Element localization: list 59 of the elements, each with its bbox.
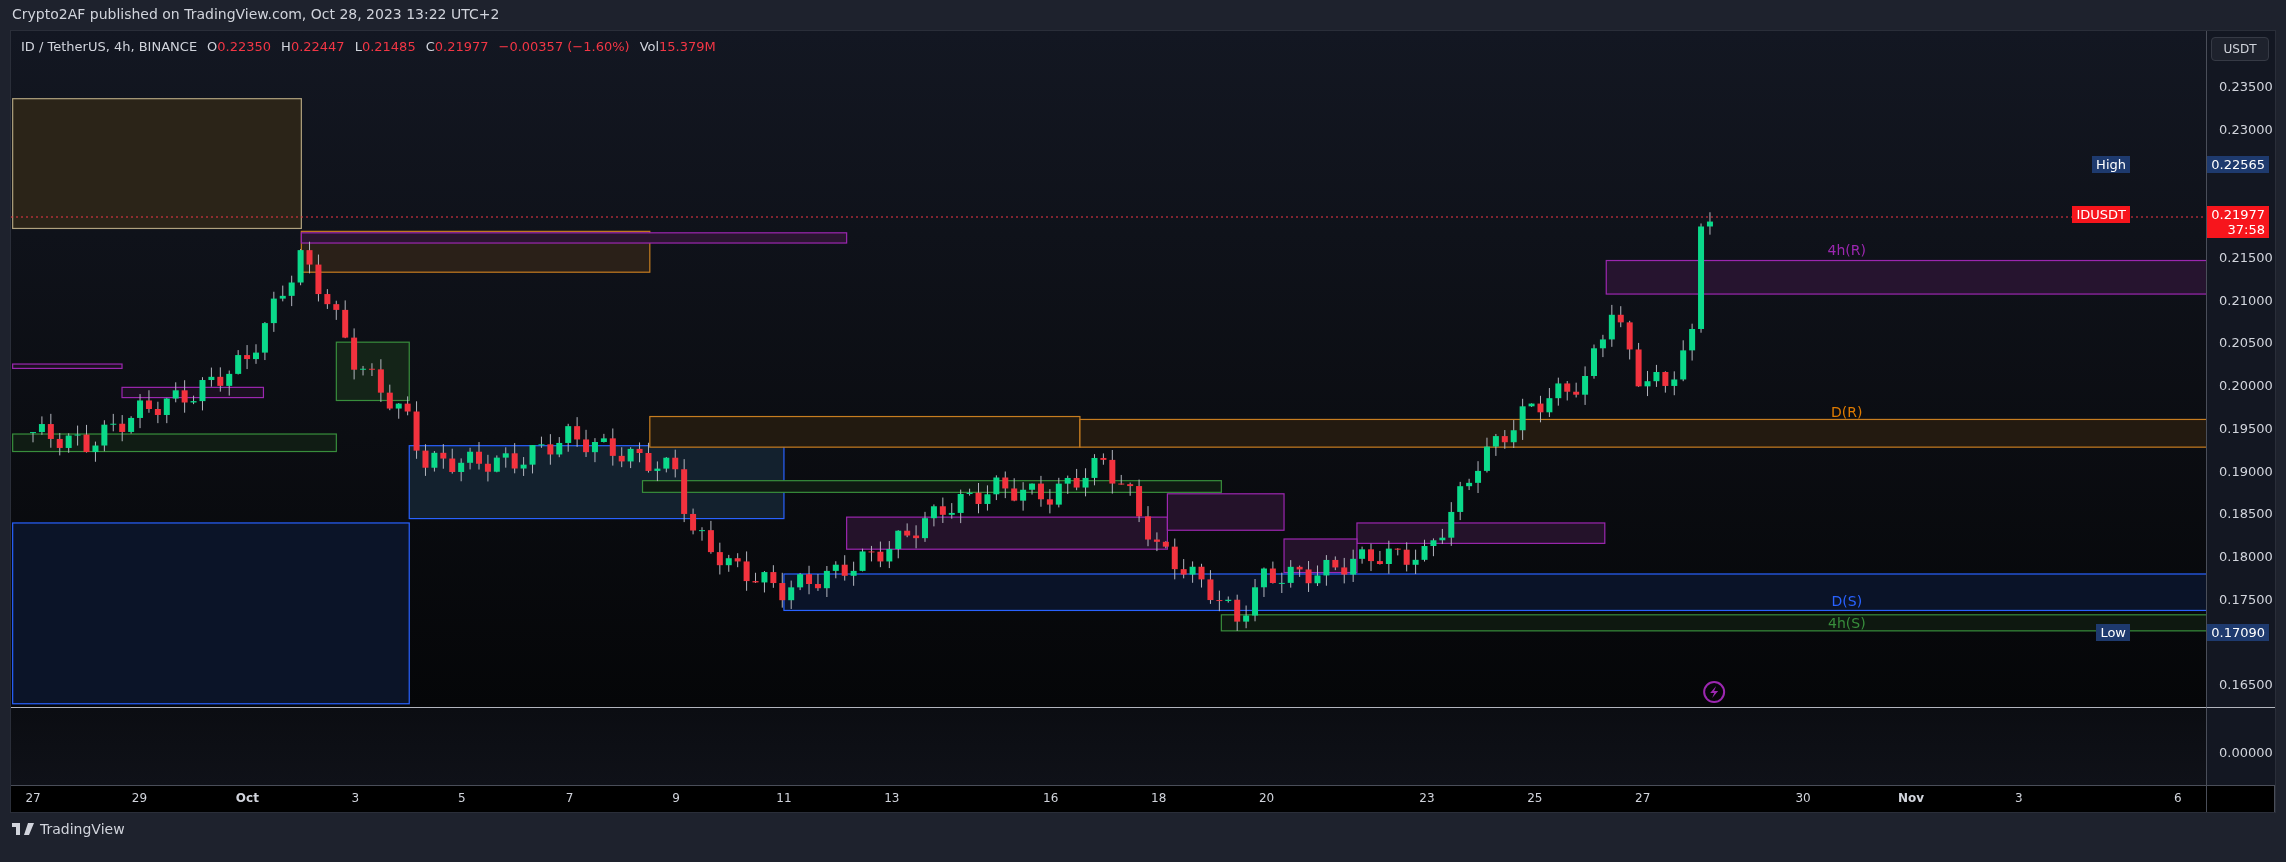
price-tick: 0.19500	[2219, 420, 2273, 436]
zone-label: D(R)	[1831, 403, 1863, 420]
date-label: 27	[25, 791, 41, 805]
price-tick: 0.17500	[2219, 591, 2273, 607]
price-tick: 0.23000	[2219, 121, 2273, 137]
ohlc-value: 0.21485	[361, 39, 416, 54]
date-label: 13	[884, 791, 900, 805]
zone-label: D(S)	[1831, 593, 1863, 610]
date-label: Nov	[1897, 791, 1924, 805]
date-label: 30	[1795, 791, 1811, 805]
date-label: 18	[1151, 791, 1167, 805]
logo-icon	[12, 823, 34, 835]
date-label: 5	[457, 791, 466, 805]
volume-key: Vol	[639, 39, 660, 54]
attribution-text: Crypto2AF published on TradingView.com, Oct 28, 2023 13:22 UTC+2	[11, 5, 501, 24]
price-tick: 0.23500	[2219, 78, 2273, 94]
date-label: 29	[131, 791, 148, 805]
date-label: 16	[1043, 791, 1059, 805]
currency-button[interactable]: USDT	[2211, 37, 2269, 61]
date-label: Oct	[235, 791, 259, 805]
price-badge-label: Low	[2096, 624, 2130, 641]
date-label: 23	[1419, 791, 1435, 805]
price-tick: 0.00000	[2219, 744, 2273, 760]
date-label: 25	[1527, 791, 1543, 805]
zone-label: 4h(S)	[1828, 614, 1866, 631]
ohlc-value: 0.22350	[217, 39, 272, 54]
price-tick: 0.16500	[2219, 676, 2273, 692]
ohlc-key: H	[281, 39, 291, 54]
price-badge: 0.21977 37:58	[2207, 206, 2269, 238]
date-label: 9	[672, 791, 680, 805]
ohlc-key: O	[207, 39, 218, 54]
price-tick: 0.20500	[2219, 334, 2273, 350]
symbol-title: ID / TetherUS, 4h, BINANCE	[21, 39, 198, 54]
ohlc-key: C	[425, 39, 435, 54]
price-tick: 0.18000	[2219, 548, 2273, 564]
price-badge-label: High	[2092, 156, 2130, 173]
price-badge: 0.22565	[2207, 156, 2269, 173]
price-tick: 0.18500	[2219, 505, 2273, 521]
ohlc-key: L	[354, 39, 362, 54]
price-badge-label: IDUSDT	[2072, 206, 2130, 223]
volume-value: 15.379M	[659, 39, 716, 54]
ohlc-value: 0.21977	[434, 39, 489, 54]
zone-label: 4h(R)	[1827, 241, 1867, 258]
price-tick: 0.20000	[2219, 377, 2273, 393]
date-label: 11	[776, 791, 792, 805]
price-tick: 0.21000	[2219, 292, 2273, 308]
price-tick: 0.19000	[2219, 463, 2273, 478]
date-label: 7	[565, 791, 574, 805]
ohlc-value: 0.22447	[290, 39, 345, 54]
lightning-icon	[1703, 681, 1726, 704]
date-label: 6	[2173, 791, 2182, 805]
price-tick: 0.21500	[2219, 249, 2273, 265]
brand-name: TradingView	[40, 821, 125, 837]
date-label: 3	[351, 791, 360, 805]
date-label: 20	[1258, 791, 1275, 805]
date-label: 27	[1635, 791, 1651, 805]
date-label: 3	[2015, 791, 2023, 805]
price-change: −0.00357 (−1.60%)	[498, 39, 630, 54]
price-badge: 0.17090	[2207, 624, 2269, 641]
